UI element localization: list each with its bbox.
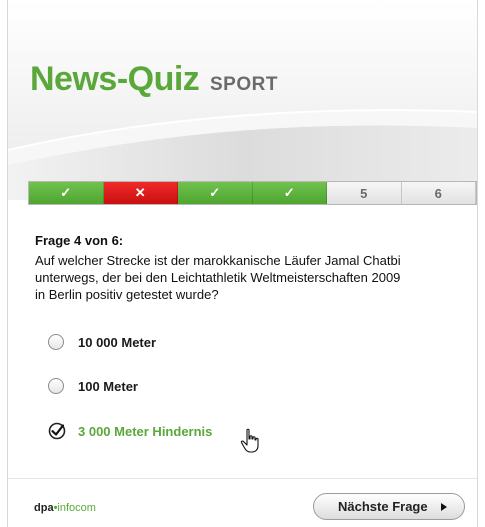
- brand-main: dpa: [34, 502, 54, 514]
- radio-checked-checkmark-icon[interactable]: [48, 422, 66, 440]
- progress-step-6-pending: 6: [401, 182, 476, 204]
- radio-button-unchecked[interactable]: [48, 378, 64, 394]
- quiz-footer: dpa•infocom Nächste Frage: [8, 478, 477, 527]
- progress-step-3-correct: ✓: [178, 182, 253, 204]
- question-heading: Frage 4 von 6:: [35, 233, 124, 248]
- answer-option-3-selected[interactable]: 3 000 Meter Hindernis: [48, 420, 212, 442]
- answer-option-1[interactable]: 10 000 Meter: [48, 331, 156, 353]
- header-swoosh-background: [8, 0, 477, 200]
- question-text: Auf welcher Strecke ist der marokkanisch…: [35, 252, 455, 303]
- question-line: unterwegs, der bei den Leichtathletik We…: [35, 270, 401, 285]
- quiz-category: SPORT: [210, 74, 278, 95]
- quiz-title: News-Quiz: [30, 60, 200, 98]
- next-question-button[interactable]: Nächste Frage: [313, 493, 465, 520]
- dpa-infocom-logo: dpa•infocom: [34, 502, 96, 514]
- question-progress-bar: ✓ ✕ ✓ ✓ 5 6: [28, 181, 477, 205]
- question-line: Auf welcher Strecke ist der marokkanisch…: [35, 253, 401, 268]
- progress-step-1-correct: ✓: [29, 182, 104, 204]
- answer-label[interactable]: 100 Meter: [78, 379, 138, 394]
- play-arrow-icon: [441, 503, 447, 511]
- progress-step-4-correct: ✓: [252, 182, 327, 204]
- answer-option-2[interactable]: 100 Meter: [48, 375, 138, 397]
- quiz-frame: News-Quiz SPORT ✓ ✕ ✓ ✓ 5 6 Frage 4 von …: [7, 0, 478, 527]
- answer-label[interactable]: 10 000 Meter: [78, 335, 156, 350]
- hand-pointer-cursor-icon: [240, 428, 262, 459]
- brand-rest: infocom: [57, 502, 96, 514]
- progress-step-5-pending: 5: [327, 182, 402, 204]
- radio-button-unchecked[interactable]: [48, 334, 64, 350]
- next-question-label[interactable]: Nächste Frage: [338, 499, 428, 514]
- answer-label[interactable]: 3 000 Meter Hindernis: [78, 424, 212, 439]
- progress-step-2-wrong: ✕: [103, 182, 178, 204]
- quiz-header: News-Quiz SPORT: [8, 0, 477, 200]
- question-line: in Berlin positiv getestet wurde?: [35, 287, 219, 302]
